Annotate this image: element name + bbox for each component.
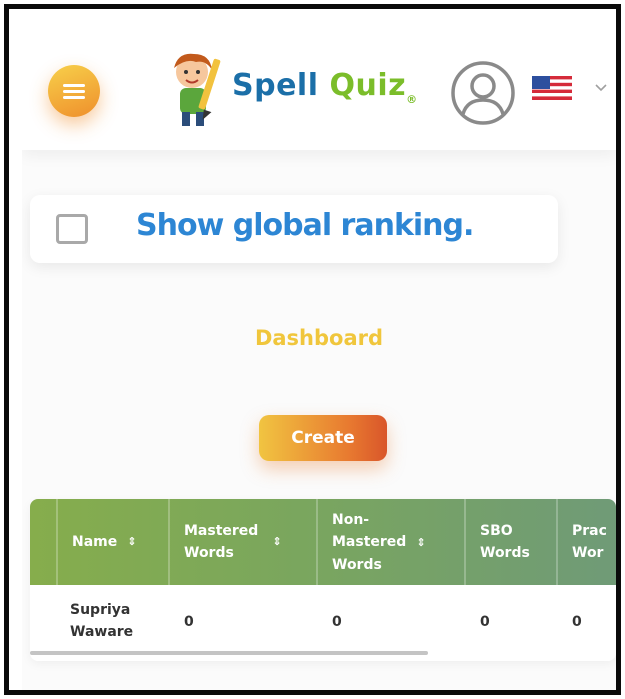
column-mastered-label: Mastered Words xyxy=(184,520,258,564)
sort-icon: ⇕ xyxy=(272,535,282,548)
menu-bar-icon xyxy=(63,84,85,87)
column-practice-label: Prac Wor xyxy=(572,520,607,564)
column-label-line: Prac xyxy=(572,523,607,539)
column-label-line: Non- xyxy=(332,511,370,528)
menu-bar-icon xyxy=(63,96,85,99)
column-header-sbo[interactable]: SBO Words xyxy=(466,499,558,585)
horizontal-scrollbar[interactable] xyxy=(30,651,428,655)
name-last: Waware xyxy=(70,624,134,640)
us-flag-icon[interactable] xyxy=(532,76,572,100)
logo-word-spell: Spell xyxy=(232,68,319,103)
spellquiz-logo[interactable]: Spell Quiz® xyxy=(162,50,432,130)
boy-with-pencil-icon xyxy=(174,53,221,126)
chevron-down-icon[interactable] xyxy=(594,80,608,94)
column-header-mastered[interactable]: Mastered Words ⇕ xyxy=(170,499,318,585)
cell-mastered: 0 xyxy=(184,614,194,630)
global-ranking-label: Show global ranking. xyxy=(136,208,474,243)
global-ranking-toggle[interactable]: Show global ranking. xyxy=(30,195,558,263)
cell-practice: 0 xyxy=(572,614,582,630)
column-label-line: Wor xyxy=(572,545,604,561)
column-header-name[interactable]: Name ⇕ xyxy=(58,499,170,585)
sort-icon: ⇕ xyxy=(416,535,426,549)
sort-icon: ⇕ xyxy=(127,535,137,548)
create-button[interactable]: Create xyxy=(259,415,387,461)
user-profile-icon[interactable] xyxy=(450,60,516,126)
column-label-line: Mastered xyxy=(184,523,259,539)
column-header-practice[interactable]: Prac Wor xyxy=(558,499,616,585)
column-sbo-label: SBO Words xyxy=(480,520,530,564)
logo-word-quiz: Quiz xyxy=(329,68,407,103)
column-label-line: SBO xyxy=(480,523,513,539)
column-name-label: Name xyxy=(72,534,118,550)
column-label-line: Words xyxy=(332,556,382,573)
global-ranking-checkbox[interactable] xyxy=(56,214,88,244)
column-label-word: Mastered xyxy=(332,533,407,550)
column-label-line: Mastered ⇕ xyxy=(332,531,426,554)
registered-mark: ® xyxy=(406,93,418,106)
hamburger-menu-button[interactable] xyxy=(48,65,100,117)
dashboard-title: Dashboard xyxy=(254,326,384,350)
app-screen: Spell Quiz® Show global ranking. Dashboa… xyxy=(22,20,616,690)
cell-name: Supriya Waware xyxy=(70,599,133,643)
cell-sbo: 0 xyxy=(480,614,490,630)
column-header-non-mastered[interactable]: Non- Mastered ⇕ Words xyxy=(318,499,466,585)
column-header-spacer xyxy=(30,499,58,585)
cell-non-mastered: 0 xyxy=(332,614,342,630)
name-first: Supriya xyxy=(70,602,131,618)
screenshot-frame: Spell Quiz® Show global ranking. Dashboa… xyxy=(4,4,621,695)
column-non-mastered-label: Non- Mastered ⇕ Words xyxy=(332,509,426,576)
logo-wordmark: Spell Quiz® xyxy=(232,68,418,106)
table-header: Name ⇕ Mastered Words ⇕ Non- Mastered ⇕ W… xyxy=(30,499,616,585)
words-table: Name ⇕ Mastered Words ⇕ Non- Mastered ⇕ W… xyxy=(30,499,616,661)
column-label-line: Words xyxy=(480,545,530,561)
column-label-line: Words xyxy=(184,545,234,561)
top-header: Spell Quiz® xyxy=(22,20,616,150)
menu-bar-icon xyxy=(63,90,85,93)
